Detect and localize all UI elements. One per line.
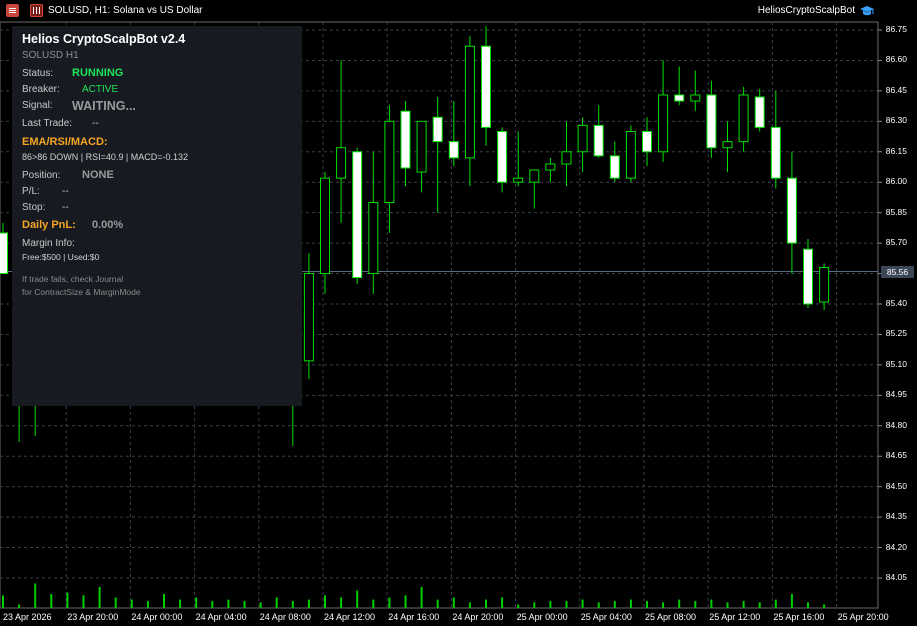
- x-axis-label: 23 Apr 2026: [3, 612, 52, 622]
- candle-body: [722, 141, 733, 149]
- chart-menu-icon[interactable]: [6, 4, 19, 17]
- candle-body: [0, 232, 8, 275]
- y-axis-label: 86.60: [885, 54, 907, 65]
- signal-label: Signal:: [22, 100, 53, 111]
- x-axis-label: 25 Apr 04:00: [580, 612, 632, 622]
- candle-body: [352, 151, 363, 279]
- last-trade-label: Last Trade:: [22, 118, 73, 129]
- candle-body: [690, 94, 701, 102]
- candle-body: [770, 126, 781, 179]
- candle-body: [513, 177, 524, 183]
- panel-subtitle: SOLUSD H1: [22, 50, 79, 61]
- candle-body: [658, 94, 669, 153]
- y-axis-label: 85.70: [885, 237, 907, 248]
- y-axis-label: 84.95: [885, 389, 907, 400]
- candle-body: [674, 94, 685, 102]
- daily-pnl-label: Daily PnL:: [22, 219, 76, 231]
- candle-body: [577, 124, 588, 153]
- position-value: NONE: [82, 169, 114, 181]
- margin-info-value: Free:$500 | Used:$0: [22, 252, 100, 262]
- y-axis-label: 85.40: [885, 298, 907, 308]
- stop-value: --: [62, 202, 69, 213]
- candle-body: [625, 130, 636, 179]
- candle-body: [464, 45, 475, 159]
- y-axis-label: 86.75: [885, 24, 907, 34]
- candle-body: [432, 116, 443, 143]
- stop-label: Stop:: [22, 202, 46, 213]
- y-axis-label: 85.85: [885, 206, 907, 217]
- candle-body: [400, 110, 411, 169]
- candle-body: [368, 202, 379, 275]
- y-axis-label: 84.05: [885, 572, 907, 582]
- y-axis-label: 85.10: [885, 358, 907, 369]
- x-axis-label: 25 Apr 12:00: [709, 612, 761, 622]
- x-axis-label: 24 Apr 00:00: [131, 612, 183, 622]
- candle-body: [706, 94, 717, 149]
- y-axis-label: 86.00: [885, 176, 907, 187]
- candle-body: [545, 163, 556, 171]
- expert-advisor-name[interactable]: HeliosCryptoScalpBot: [758, 5, 855, 16]
- chart-title: SOLUSD, H1: Solana vs US Dollar: [48, 5, 203, 16]
- candle-body: [642, 130, 652, 153]
- candle-body: [416, 120, 427, 173]
- candle-body: [448, 141, 459, 159]
- note-line-2: for ContractSize & MarginMode: [22, 287, 141, 297]
- signal-value: WAITING...: [72, 99, 136, 113]
- candle-body: [497, 130, 508, 183]
- status-label: Status:: [22, 68, 54, 79]
- candle-body: [561, 151, 572, 165]
- x-axis-label: 25 Apr 16:00: [773, 612, 825, 622]
- x-axis-label: 24 Apr 12:00: [324, 612, 376, 622]
- y-axis-label: 84.80: [885, 419, 907, 430]
- candle-body: [786, 177, 797, 244]
- candle-body: [320, 177, 330, 275]
- x-axis-label: 24 Apr 08:00: [259, 612, 311, 622]
- candle-body: [609, 155, 620, 179]
- indicators-value: 86>86 DOWN | RSI=40.9 | MACD=-0.132: [22, 152, 188, 162]
- margin-info-label: Margin Info:: [22, 238, 75, 249]
- y-axis-label: 84.50: [885, 480, 907, 491]
- candle-body: [819, 266, 830, 303]
- y-axis-label: 86.45: [885, 84, 907, 95]
- candle-body: [593, 124, 604, 157]
- y-axis-label: 86.15: [885, 145, 907, 156]
- candle-body: [529, 169, 540, 183]
- chart-grid-icon[interactable]: [30, 4, 43, 17]
- panel-title: Helios CryptoScalpBot v2.4: [22, 32, 186, 46]
- last-trade-value: --: [92, 118, 99, 129]
- graduation-cap-icon[interactable]: [860, 5, 874, 17]
- x-axis-label: 24 Apr 20:00: [452, 612, 504, 622]
- candle-body: [803, 248, 813, 305]
- candle-body: [754, 96, 765, 128]
- y-axis-label: 85.25: [885, 328, 907, 339]
- pl-label: P/L:: [22, 186, 40, 197]
- x-axis-label: 25 Apr 00:00: [516, 612, 568, 622]
- y-axis-label: 86.30: [885, 115, 907, 126]
- indicators-heading: EMA/RSI/MACD:: [22, 136, 108, 148]
- x-axis-label: 23 Apr 20:00: [67, 612, 119, 622]
- pl-value: --: [62, 186, 69, 197]
- candle-body: [384, 120, 395, 204]
- note-line-1: If trade fails, check Journal: [22, 274, 124, 284]
- candle-body: [303, 273, 314, 362]
- bot-info-panel: Helios CryptoScalpBot v2.4 SOLUSD H1 Sta…: [12, 26, 302, 406]
- daily-pnl-value: 0.00%: [92, 219, 124, 231]
- x-axis-label: 25 Apr 08:00: [645, 612, 697, 622]
- chart-window-titlebar: SOLUSD, H1: Solana vs US Dollar HeliosCr…: [0, 0, 917, 22]
- x-axis-label: 24 Apr 04:00: [195, 612, 247, 622]
- position-label: Position:: [22, 170, 61, 181]
- candle-body: [336, 147, 347, 179]
- y-axis-label: 84.20: [885, 541, 907, 552]
- x-axis-label: 25 Apr 20:00: [837, 612, 889, 622]
- breaker-value: ACTIVE: [82, 84, 119, 95]
- breaker-label: Breaker:: [22, 84, 60, 95]
- candle-body: [738, 94, 749, 143]
- y-axis-label: 84.65: [885, 450, 907, 461]
- status-value: RUNNING: [72, 67, 124, 79]
- x-axis-label: 24 Apr 16:00: [388, 612, 440, 622]
- y-axis-label: 84.35: [885, 511, 907, 522]
- candle-body: [481, 45, 491, 128]
- current-price-tag: 85.56: [881, 266, 914, 278]
